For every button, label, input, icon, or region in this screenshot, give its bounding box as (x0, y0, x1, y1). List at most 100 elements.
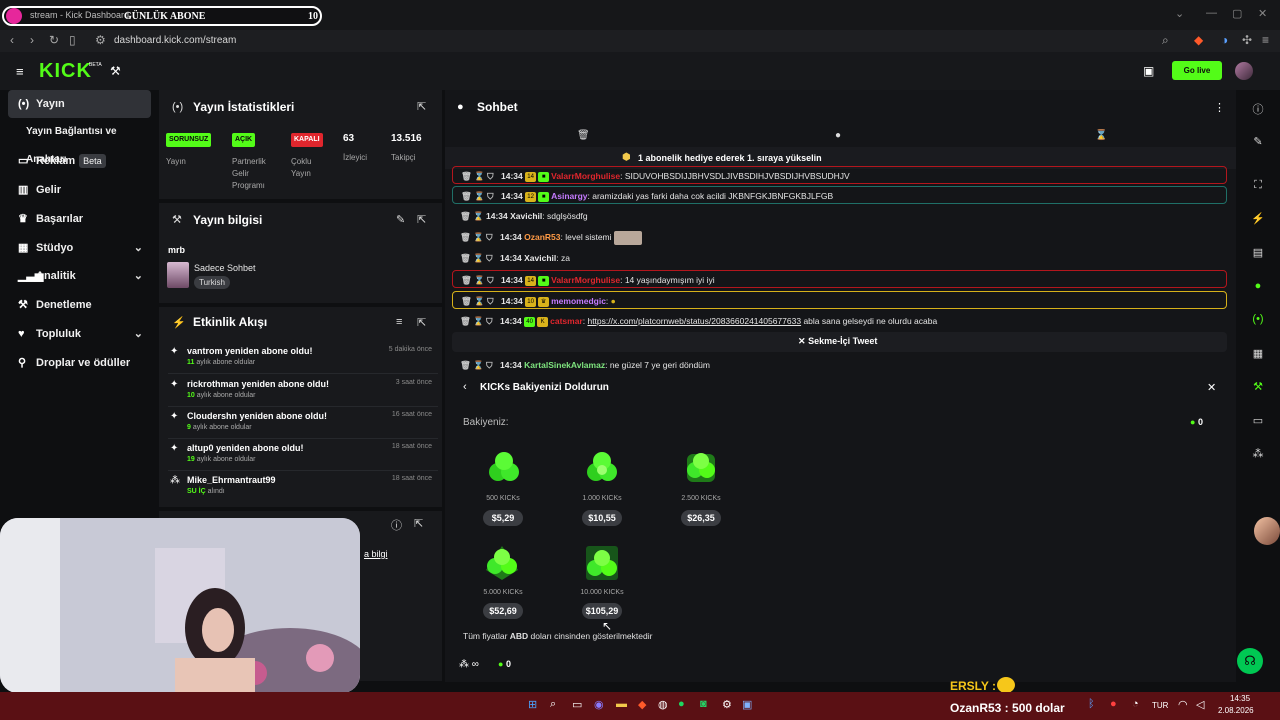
sidebar-item-yayin[interactable]: (•) Yayın (8, 90, 151, 118)
edit-icon[interactable]: ✎ (396, 213, 405, 226)
chevron-down-icon[interactable]: ⌄ (1175, 7, 1184, 20)
maximize-icon[interactable]: ▢ (1232, 7, 1242, 20)
back-arrow-icon[interactable]: ‹ (463, 381, 467, 393)
brave-icon[interactable]: ◆ (638, 698, 646, 711)
moderation-icons[interactable]: 🗑 ⌛ ⛉ (461, 271, 493, 289)
clock-date[interactable]: 2.08.2026 (1218, 706, 1254, 715)
document-icon[interactable]: ▤ (1250, 246, 1266, 259)
window-icon[interactable]: ▭ (1250, 414, 1266, 427)
language-indicator[interactable]: TUR (1152, 701, 1168, 710)
broadcast-icon: (•) (18, 98, 30, 110)
scan-icon[interactable]: ⛶ (1250, 179, 1266, 192)
photos-icon[interactable]: ▣ (742, 698, 752, 711)
moderation-icons[interactable]: 🗑 ⌛ ⛉ (461, 187, 493, 205)
chat-message[interactable]: 🗑 ⌛ ⛉ 14:34 OzanR53: level sistemi (452, 228, 1227, 246)
moderation-icons[interactable]: 🗑 ⌛ ⛉ (460, 228, 492, 246)
popout-icon[interactable]: ⇱ (417, 100, 426, 113)
pencil-icon[interactable]: ✎ (1250, 135, 1266, 148)
price-footer: Tüm fiyatlar ABD doları cinsinden göster… (463, 631, 653, 641)
task-view-icon[interactable]: ▭ (572, 698, 582, 711)
chat-message[interactable]: 🗑 ⌛ ⛉ 14:34 12 ■ Asinargy: aramizdaki yas … (452, 186, 1227, 204)
spotify-icon[interactable]: ● (678, 698, 685, 710)
wifi-icon[interactable]: ◠ (1178, 698, 1188, 711)
kick-logo[interactable]: KICK (39, 60, 92, 83)
hamburger-icon[interactable]: ≡ (16, 64, 24, 79)
moderation-icons[interactable]: 🗑 ⌛ ⛉ (460, 312, 492, 330)
support-icon[interactable]: ☊ (1237, 648, 1263, 674)
filter-icon[interactable]: ≡ (396, 316, 402, 328)
more-icon[interactable]: ⋮ (1214, 101, 1225, 114)
chat-message[interactable]: 🗑 ⌛ ⛉ 14:34 40 Kcatsmar: https://x.com/pl… (452, 312, 1227, 330)
layers-icon[interactable]: ▦ (1250, 347, 1266, 360)
moderation-icons[interactable]: 🗑 ⌛ (460, 207, 484, 225)
volume-icon[interactable]: ◁ (1196, 698, 1204, 711)
search-icon[interactable]: ⌕ (550, 698, 556, 711)
drops-icon[interactable]: ⁂ (1250, 447, 1266, 460)
balance-value: ● 0 (1190, 417, 1203, 427)
close-icon[interactable]: ✕ (1258, 7, 1267, 20)
reload-icon[interactable]: ↻ (49, 33, 59, 47)
sidebar-item-studyo[interactable]: ▦ Stüdyo ⌄ (8, 234, 151, 262)
moderation-icons[interactable]: 🗑 ⌛ ⛉ (461, 292, 493, 310)
chat-message[interactable]: 🗑 ⌛ ⛉ 14:34 14 ■ ValarrMorghulise: SIDUVOH… (452, 166, 1227, 184)
close-icon[interactable]: ✕ (1207, 381, 1216, 394)
mic-icon[interactable]: ● (1110, 698, 1117, 710)
bookmark-icon[interactable]: ▯ (69, 33, 76, 47)
info-icon[interactable]: ⓘ (1250, 101, 1266, 117)
popout-icon[interactable]: ⇱ (417, 316, 426, 329)
trash-icon[interactable]: 🗑 (577, 130, 590, 141)
sidebar-item-stream-key[interactable]: Yayın Bağlantısı ve Anahtarı (8, 118, 151, 165)
settings-icon[interactable]: ⚙ (722, 698, 732, 711)
hourglass-icon[interactable]: ⌛ (1095, 130, 1107, 141)
sidebar-item-reklam[interactable]: ▭ Reklam Beta (8, 147, 151, 175)
windows-start-icon[interactable]: ⊞ (528, 698, 537, 711)
chat-message[interactable]: 🗑 ⌛ 14:34 Xavichil: sdglşösdfg (452, 207, 1227, 225)
popout-icon[interactable]: ⇱ (414, 517, 423, 530)
tools-icon[interactable]: ⚒ (110, 64, 121, 78)
chat-icon[interactable]: ● (835, 130, 841, 141)
sidebar-item-gelir[interactable]: ▥ Gelir (8, 176, 151, 204)
whatsapp-icon[interactable]: ◙ (700, 698, 707, 710)
tweet-link[interactable]: https://x.com/platcornweb/status/2083660… (587, 316, 801, 326)
extension-icon[interactable]: ◑ (1221, 33, 1228, 47)
bluetooth-icon[interactable]: ᛒ (1088, 698, 1095, 710)
chat-icon[interactable]: ● (1250, 280, 1266, 292)
zoom-icon[interactable]: ⌕ (1162, 33, 1169, 48)
moderation-icons[interactable]: 🗑 ⌛ ⛉ (461, 167, 493, 185)
info-icon[interactable]: ⓘ (391, 517, 402, 533)
chat-message[interactable]: 🗑 ⌛ ⛉ 14:34 10 ♛ memomedgic: ● (452, 291, 1227, 309)
puzzle-icon[interactable]: ✣ (1242, 33, 1252, 47)
sidebar-item-topluluk[interactable]: ♥ Topluluk ⌄ (8, 320, 151, 348)
site-settings-icon[interactable]: ⚙ (95, 33, 106, 47)
network-icon[interactable]: ◔ (1132, 698, 1139, 710)
clock-time[interactable]: 14:35 (1230, 694, 1250, 703)
url-text[interactable]: dashboard.kick.com/stream (114, 35, 236, 46)
wrench-icon[interactable]: ⚒ (1250, 380, 1266, 393)
forward-icon[interactable]: › (30, 33, 34, 47)
moderation-icons[interactable]: 🗑 ⌛ ⛉ (460, 249, 492, 267)
folder-icon[interactable]: ▬ (616, 698, 627, 710)
sidebar-item-basarilar[interactable]: ♛ Başarılar (8, 205, 151, 233)
back-icon[interactable]: ‹ (10, 33, 14, 47)
category-thumbnail[interactable] (167, 262, 189, 288)
drops-counter: ⁂ ∞ (459, 659, 479, 670)
broadcast-icon[interactable]: (•) (1250, 313, 1266, 325)
menu-icon[interactable]: ≡ (1262, 33, 1269, 47)
popout-icon[interactable]: ⇱ (417, 213, 426, 226)
chat-message[interactable]: 🗑 ⌛ ⛉ 14:34 Xavichil: za (452, 249, 1227, 267)
go-live-button[interactable]: Go live (1172, 61, 1222, 80)
app-icon[interactable]: ◍ (658, 698, 668, 711)
camera-icon[interactable]: ▣ (1143, 64, 1154, 78)
browser-tab-title[interactable]: stream - Kick Dashboard (30, 10, 129, 20)
brave-shield-icon[interactable]: ◆ (1194, 33, 1203, 47)
chat-message[interactable]: 🗑 ⌛ ⛉ 14:34 14 ■ ValarrMorghulise: 14 yaşı… (452, 270, 1227, 288)
partial-link[interactable]: a bilgi (364, 549, 388, 559)
minimize-icon[interactable]: — (1206, 7, 1217, 19)
discord-icon[interactable]: ◉ (594, 698, 604, 711)
sidebar-item-droplar[interactable]: ⚲ Droplar ve ödüller (8, 349, 151, 377)
lightning-icon[interactable]: ⚡ (1250, 212, 1266, 225)
category-name[interactable]: Sadece Sohbet (194, 263, 256, 273)
sidebar-item-denetleme[interactable]: ⚒ Denetleme (8, 291, 151, 319)
sidebar-item-analitik[interactable]: ▁▃▅ Analitik ⌄ (8, 262, 151, 290)
avatar[interactable] (1235, 62, 1253, 80)
